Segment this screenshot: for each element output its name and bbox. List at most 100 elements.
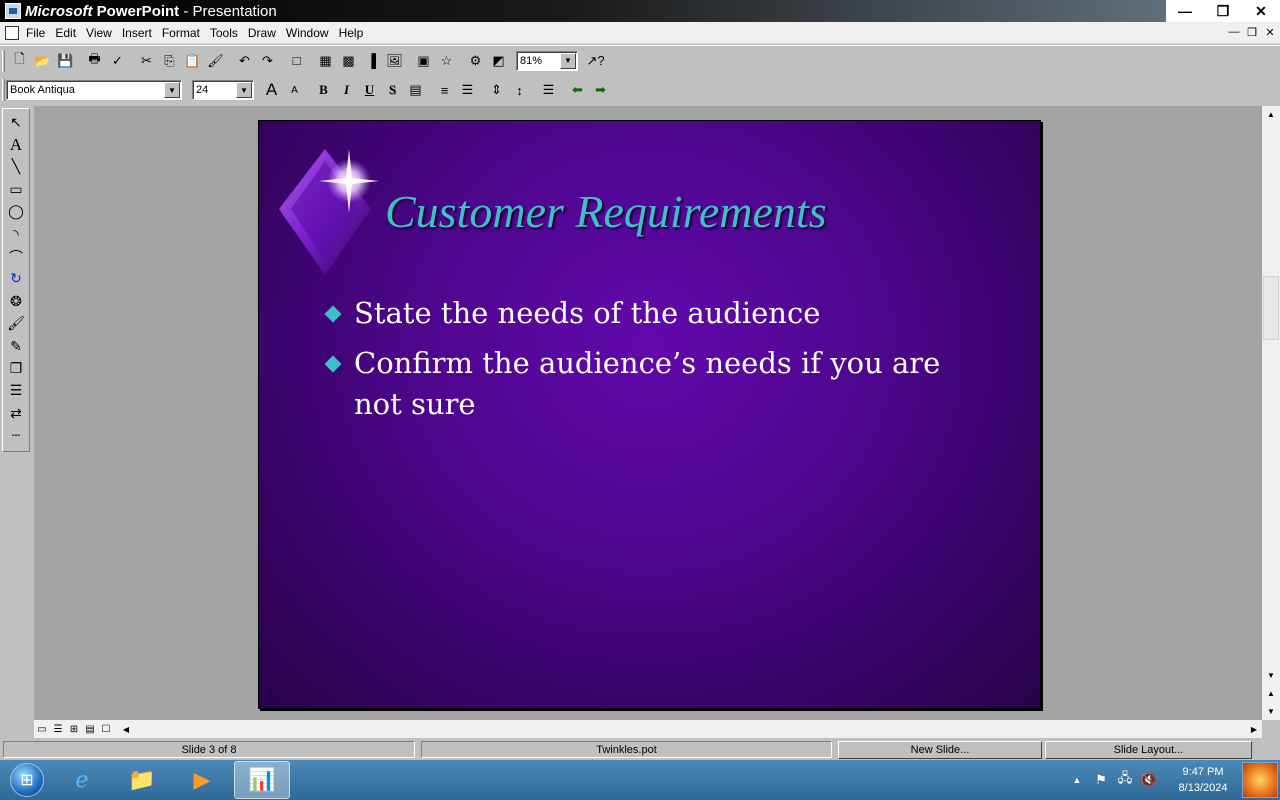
toolbar-grip[interactable]: [2, 79, 5, 101]
chevron-down-icon[interactable]: ▼: [236, 82, 252, 98]
menu-format[interactable]: Format: [162, 26, 208, 40]
zoom-select[interactable]: 81% ▼: [516, 50, 578, 71]
decrease-spacing-icon[interactable]: ↕: [508, 79, 531, 101]
start-button[interactable]: ⊞: [4, 761, 50, 799]
underline-button[interactable]: U: [358, 79, 381, 101]
doc-minimize-button[interactable]: —: [1226, 25, 1242, 39]
arrowheads-icon[interactable]: ⇄: [4, 402, 28, 424]
insert-slide-icon[interactable]: □: [285, 50, 308, 72]
vertical-scrollbar[interactable]: ▲ ▼ ▲ ▼: [1262, 106, 1280, 720]
menu-draw[interactable]: Draw: [248, 26, 284, 40]
menu-tools[interactable]: Tools: [210, 26, 246, 40]
bullets-icon[interactable]: ☰: [537, 79, 560, 101]
clock[interactable]: 9:47 PM 8/13/2024: [1170, 764, 1236, 796]
show-desktop-button[interactable]: [1242, 762, 1278, 798]
demote-icon[interactable]: ➡: [589, 79, 612, 101]
slide-canvas[interactable]: Customer Requirements State the needs of…: [258, 120, 1041, 709]
line-tool-icon[interactable]: ╲: [4, 156, 28, 178]
increase-font-button[interactable]: A: [260, 79, 283, 101]
decrease-font-button[interactable]: A: [283, 79, 306, 101]
bullet-item[interactable]: Confirm the audience’s needs if you are …: [325, 343, 994, 425]
promote-icon[interactable]: ⬅: [566, 79, 589, 101]
font-size-select[interactable]: 24 ▼: [192, 80, 254, 100]
doc-close-button[interactable]: ✕: [1262, 25, 1278, 39]
help-icon[interactable]: ↗?: [584, 50, 607, 72]
select-pointer-icon[interactable]: ↖: [4, 111, 28, 133]
file-explorer-icon[interactable]: 📁: [114, 761, 170, 799]
toolbar-grip[interactable]: [2, 49, 5, 72]
scroll-up-icon[interactable]: ▲: [1262, 106, 1280, 123]
slide-sorter-icon[interactable]: ⊞: [66, 722, 82, 736]
insert-worksheet-icon[interactable]: ▩: [337, 50, 360, 72]
menu-window[interactable]: Window: [286, 26, 337, 40]
report-it-icon[interactable]: ⚙: [464, 50, 487, 72]
dash-style-icon[interactable]: ┄: [4, 424, 28, 446]
print-icon[interactable]: 🖶: [83, 50, 106, 72]
chevron-down-icon[interactable]: ▼: [560, 52, 576, 69]
arc-tool-icon[interactable]: ◝: [4, 223, 28, 245]
undo-icon[interactable]: ↶: [233, 50, 256, 72]
document-control-icon[interactable]: [5, 25, 19, 40]
scroll-right-icon[interactable]: ▶: [1246, 722, 1262, 736]
text-shadow-button[interactable]: S: [381, 79, 404, 101]
format-painter-icon[interactable]: 🖌: [204, 50, 227, 72]
slide-view-icon[interactable]: ▭: [34, 722, 50, 736]
text-tool-icon[interactable]: A: [4, 133, 28, 155]
slide-layout-button[interactable]: Slide Layout...: [1045, 740, 1252, 759]
show-hidden-icons-icon[interactable]: ▲: [1066, 769, 1088, 791]
apply-design-icon[interactable]: ▣: [412, 50, 435, 72]
copy-icon[interactable]: ⎘: [158, 50, 181, 72]
align-center-icon[interactable]: ☰: [456, 79, 479, 101]
bold-button[interactable]: B: [312, 79, 335, 101]
minimize-button[interactable]: —: [1166, 0, 1204, 22]
redo-icon[interactable]: ↷: [256, 50, 279, 72]
shadow-icon[interactable]: ❐: [4, 357, 28, 379]
action-center-icon[interactable]: ⚑: [1090, 769, 1112, 791]
autoshapes-icon[interactable]: ❂: [4, 290, 28, 312]
spelling-icon[interactable]: ✓: [106, 50, 129, 72]
outline-view-icon[interactable]: ☰: [50, 722, 66, 736]
insert-table-icon[interactable]: ▦: [314, 50, 337, 72]
powerpoint-app-icon[interactable]: [5, 3, 21, 19]
insert-graph-icon[interactable]: ▐: [360, 50, 383, 72]
menu-file[interactable]: File: [26, 26, 53, 40]
slide-workspace[interactable]: Customer Requirements State the needs of…: [34, 106, 1262, 720]
menu-edit[interactable]: Edit: [55, 26, 84, 40]
notes-view-icon[interactable]: ▤: [82, 722, 98, 736]
chevron-down-icon[interactable]: ▼: [164, 82, 180, 98]
increase-spacing-icon[interactable]: ⇕: [485, 79, 508, 101]
italic-button[interactable]: I: [335, 79, 358, 101]
align-left-icon[interactable]: ≡: [433, 79, 456, 101]
open-icon[interactable]: 📂: [31, 50, 54, 72]
menu-help[interactable]: Help: [339, 26, 372, 40]
freeform-tool-icon[interactable]: ⌒: [4, 245, 28, 267]
internet-explorer-icon[interactable]: ℯ: [54, 761, 110, 799]
media-player-icon[interactable]: ▶: [174, 761, 230, 799]
line-color-icon[interactable]: ✎: [4, 335, 28, 357]
scroll-thumb[interactable]: [1263, 276, 1279, 340]
close-button[interactable]: ✕: [1242, 0, 1280, 22]
powerpoint-taskbar-icon[interactable]: 📊: [234, 761, 290, 799]
black-white-view-icon[interactable]: ◩: [487, 50, 510, 72]
slide-show-icon[interactable]: ☐: [98, 722, 114, 736]
menu-insert[interactable]: Insert: [122, 26, 160, 40]
text-color-icon[interactable]: ▤: [404, 79, 427, 101]
animation-icon[interactable]: ☆: [435, 50, 458, 72]
insert-clipart-icon[interactable]: 🖼: [383, 50, 406, 72]
next-slide-icon[interactable]: ▼: [1262, 703, 1280, 720]
new-icon[interactable]: 🗋: [8, 50, 31, 72]
network-icon[interactable]: 🖧: [1114, 769, 1136, 791]
previous-slide-icon[interactable]: ▲: [1262, 685, 1280, 702]
scroll-down-icon[interactable]: ▼: [1262, 667, 1280, 684]
font-name-select[interactable]: Book Antiqua ▼: [6, 80, 182, 100]
new-slide-button[interactable]: New Slide...: [838, 740, 1042, 759]
menu-view[interactable]: View: [86, 26, 120, 40]
free-rotate-icon[interactable]: ↻: [4, 268, 28, 290]
cut-icon[interactable]: ✂: [135, 50, 158, 72]
line-style-icon[interactable]: ☰: [4, 380, 28, 402]
bullet-item[interactable]: State the needs of the audience: [325, 293, 994, 334]
fill-color-icon[interactable]: 🖌: [4, 313, 28, 335]
restore-button[interactable]: ❐: [1204, 0, 1242, 22]
rectangle-tool-icon[interactable]: ▭: [4, 178, 28, 200]
slide-title[interactable]: Customer Requirements: [385, 185, 827, 238]
